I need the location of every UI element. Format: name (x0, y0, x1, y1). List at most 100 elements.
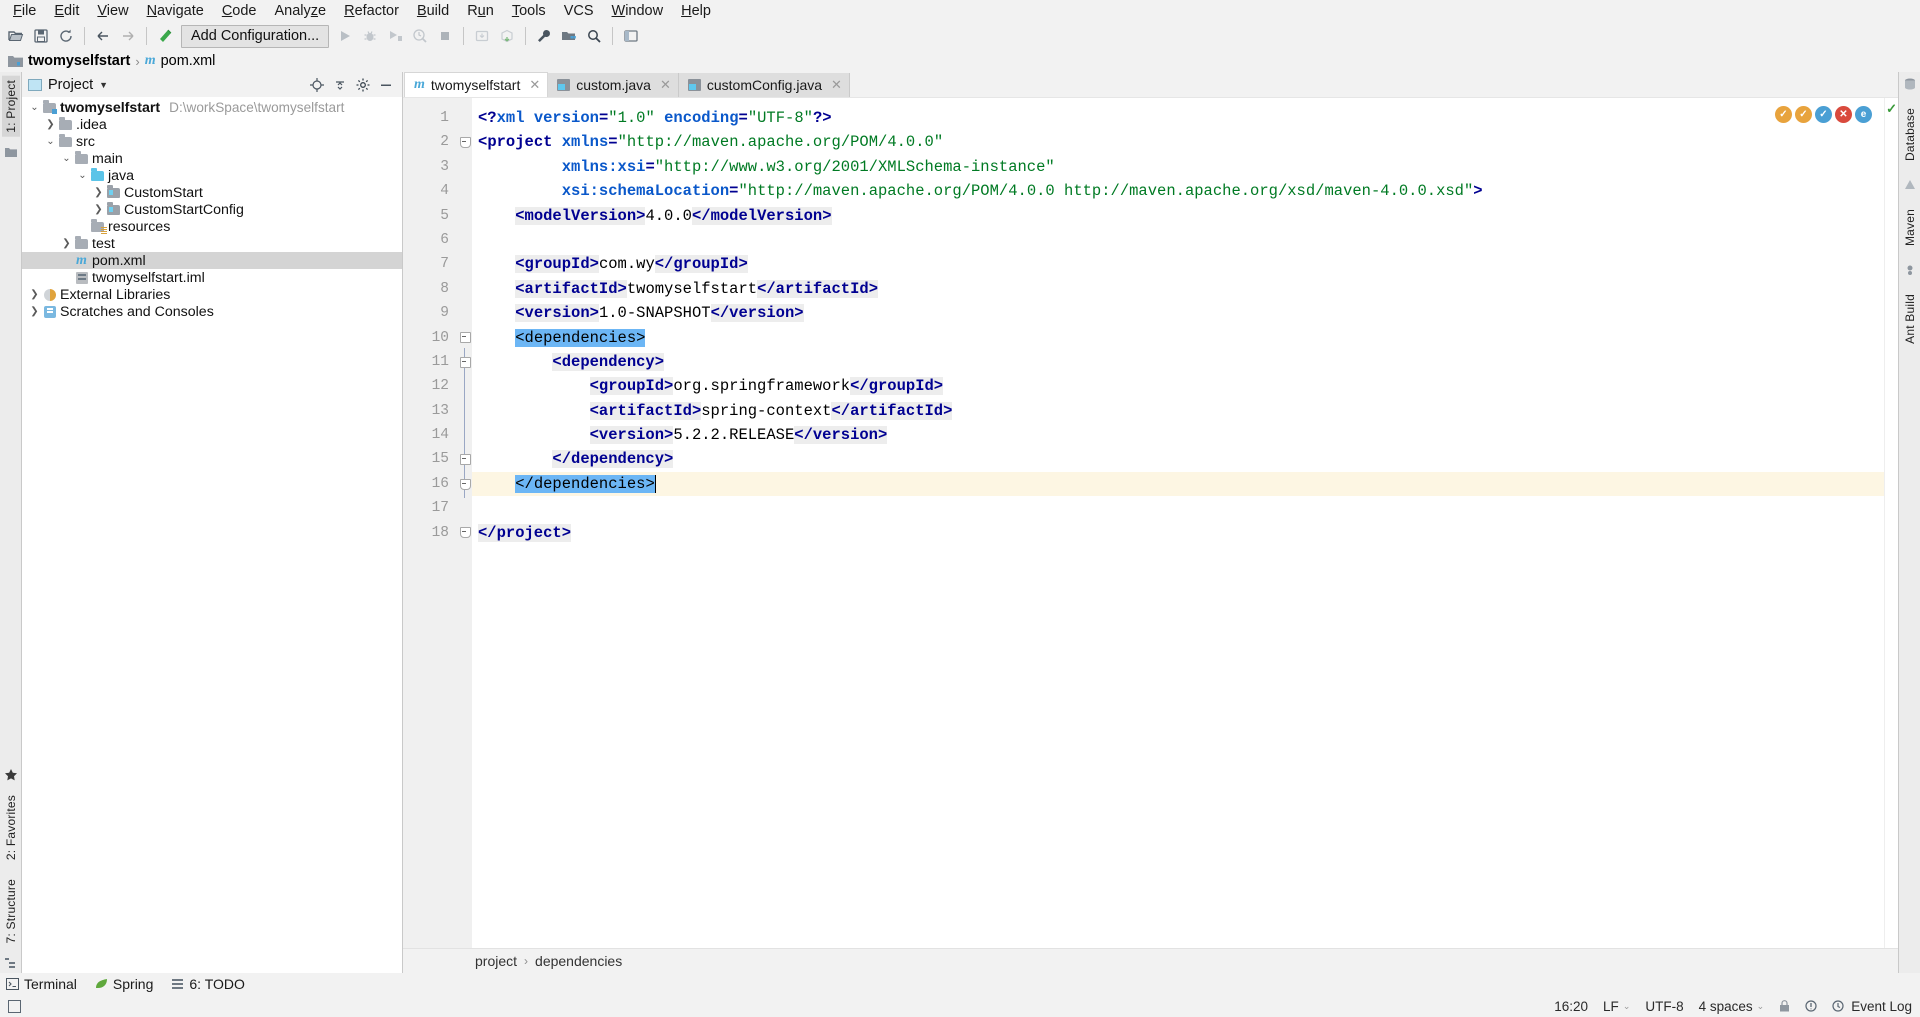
menu-item-build[interactable]: Build (408, 0, 458, 22)
code-line[interactable]: </dependency> (472, 447, 1898, 471)
breadcrumb-item-dependencies[interactable]: dependencies (535, 953, 622, 969)
code-line[interactable]: <project xmlns="http://maven.apache.org/… (472, 130, 1898, 154)
code-line[interactable]: <groupId>org.springframework</groupId> (472, 374, 1898, 398)
code-line[interactable]: <version>5.2.2.RELEASE</version> (472, 423, 1898, 447)
fold-marker[interactable] (458, 350, 472, 374)
menu-item-edit[interactable]: Edit (45, 0, 88, 22)
code-line[interactable]: <artifactId>spring-context</artifactId> (472, 399, 1898, 423)
tree-arrow-icon[interactable]: ❯ (60, 238, 73, 249)
inspection-icon[interactable] (1805, 1000, 1817, 1012)
status-encoding[interactable]: UTF-8 (1645, 999, 1683, 1014)
sync-icon[interactable] (54, 24, 78, 48)
tree-item-test[interactable]: ❯ test (22, 235, 402, 252)
tree-item-main[interactable]: ⌄ main (22, 150, 402, 167)
fold-marker[interactable] (458, 301, 472, 325)
project-structure-icon[interactable] (557, 24, 581, 48)
search-icon[interactable] (582, 24, 606, 48)
lock-icon[interactable] (1779, 1000, 1790, 1012)
tree-item-scratches-and-consoles[interactable]: ❯ Scratches and Consoles (22, 303, 402, 320)
menu-item-help[interactable]: Help (672, 0, 720, 22)
build-hammer-icon[interactable] (153, 24, 177, 48)
stop-icon[interactable] (433, 24, 457, 48)
target-icon[interactable] (310, 77, 324, 92)
fold-marker[interactable] (458, 130, 472, 154)
sidebar-item-ant-build[interactable]: Ant Build (1901, 290, 1919, 348)
editor-tab-twomyselfstart[interactable]: m twomyselfstart ✕ (404, 72, 549, 97)
tree-arrow-icon[interactable]: ❯ (28, 289, 41, 300)
code-line[interactable]: <version>1.0-SNAPSHOT</version> (472, 301, 1898, 325)
terminal-toggle-icon[interactable] (8, 999, 21, 1013)
menu-item-code[interactable]: Code (213, 0, 266, 22)
code-line[interactable]: </dependencies> (472, 471, 1898, 497)
tool-window-spring[interactable]: Spring (95, 976, 153, 992)
chevron-down-icon[interactable]: ▼ (99, 80, 108, 90)
fold-marker[interactable] (458, 204, 472, 228)
tree-arrow-icon[interactable]: ❯ (92, 204, 105, 215)
fold-marker[interactable] (458, 472, 472, 496)
menu-item-view[interactable]: View (88, 0, 137, 22)
close-icon[interactable]: ✕ (831, 77, 842, 93)
status-line-separator[interactable]: LF ⌄ (1603, 999, 1630, 1014)
code-line[interactable]: <modelVersion>4.0.0</modelVersion> (472, 204, 1898, 228)
code-line[interactable]: <?xml version="1.0" encoding="UTF-8"?> (472, 106, 1898, 130)
update-project-icon[interactable] (470, 24, 494, 48)
code-line[interactable]: <groupId>com.wy</groupId> (472, 252, 1898, 276)
tree-arrow-icon[interactable]: ⌄ (28, 102, 41, 113)
tree-item-customstartconfig[interactable]: ❯ CustomStartConfig (22, 201, 402, 218)
close-icon[interactable]: ✕ (660, 77, 671, 93)
tree-item-twomyselfstart-iml[interactable]: twomyselfstart.iml (22, 269, 402, 286)
navbar-project-crumb[interactable]: twomyselfstart (8, 53, 130, 69)
tree-arrow-icon[interactable]: ⌄ (76, 170, 89, 181)
hide-icon[interactable] (379, 78, 393, 92)
menu-item-navigate[interactable]: Navigate (138, 0, 213, 22)
fold-marker[interactable] (458, 277, 472, 301)
run-coverage-icon[interactable] (383, 24, 407, 48)
code-line[interactable] (472, 496, 1898, 520)
save-icon[interactable] (29, 24, 53, 48)
tree-item-java[interactable]: ⌄ java (22, 167, 402, 184)
tree-arrow-icon[interactable]: ❯ (28, 306, 41, 317)
tree-item-twomyselfstart[interactable]: ⌄ twomyselfstart D:\workSpace\twomyselfsta… (22, 99, 402, 116)
editor-tab-custom-java[interactable]: custom.java ✕ (548, 73, 679, 97)
error-stripe-marker[interactable]: ✓ (1884, 98, 1898, 948)
sidebar-item-database[interactable]: Database (1901, 104, 1919, 165)
menu-item-window[interactable]: Window (603, 0, 673, 22)
tree-arrow-icon[interactable]: ❯ (44, 119, 57, 130)
tree-arrow-icon[interactable]: ❯ (92, 187, 105, 198)
tool-window-terminal[interactable]: Terminal (6, 976, 77, 992)
menu-item-refactor[interactable]: Refactor (335, 0, 408, 22)
collapse-all-icon[interactable] (333, 78, 347, 92)
project-tree[interactable]: ⌄ twomyselfstart D:\workSpace\twomyselfsta… (22, 97, 402, 973)
fold-marker[interactable] (458, 155, 472, 179)
profile-icon[interactable] (408, 24, 432, 48)
code-folding-column[interactable] (458, 98, 472, 948)
event-log-entry[interactable]: Event Log (1832, 999, 1912, 1014)
fold-marker[interactable] (458, 179, 472, 203)
code-line[interactable]: xmlns:xsi="http://www.w3.org/2001/XMLSch… (472, 155, 1898, 179)
forward-arrow-icon[interactable] (116, 24, 140, 48)
menu-item-file[interactable]: File (4, 0, 45, 22)
inspection-widget[interactable]: ✓ ✓ ✓ ✕ e (1775, 106, 1872, 123)
breadcrumb-item-project[interactable]: project (475, 953, 517, 969)
sidebar-item-maven[interactable]: Maven (1901, 205, 1919, 250)
gear-icon[interactable] (356, 78, 370, 92)
fold-marker[interactable] (458, 252, 472, 276)
fold-marker[interactable] (458, 423, 472, 447)
open-folder-icon[interactable] (4, 24, 28, 48)
close-icon[interactable]: ✕ (529, 77, 540, 93)
sidebar-item-favorites[interactable]: 2: Favorites (2, 791, 20, 864)
code-line[interactable]: <artifactId>twomyselfstart</artifactId> (472, 277, 1898, 301)
fold-marker[interactable] (458, 228, 472, 252)
menu-item-run[interactable]: Run (458, 0, 503, 22)
tree-item-resources[interactable]: resources (22, 218, 402, 235)
run-configuration-selector[interactable]: Add Configuration... (181, 24, 330, 48)
tree-item-external-libraries[interactable]: ❯ External Libraries (22, 286, 402, 303)
menu-item-analyze[interactable]: Analyze (266, 0, 336, 22)
tree-arrow-icon[interactable]: ⌄ (60, 153, 73, 164)
code-line[interactable]: <dependencies> (472, 326, 1898, 350)
layout-icon[interactable] (619, 24, 643, 48)
sidebar-item-structure[interactable]: 7: Structure (2, 875, 20, 947)
wrench-icon[interactable] (532, 24, 556, 48)
code-line[interactable]: xsi:schemaLocation="http://maven.apache.… (472, 179, 1898, 203)
commit-icon[interactable] (495, 24, 519, 48)
